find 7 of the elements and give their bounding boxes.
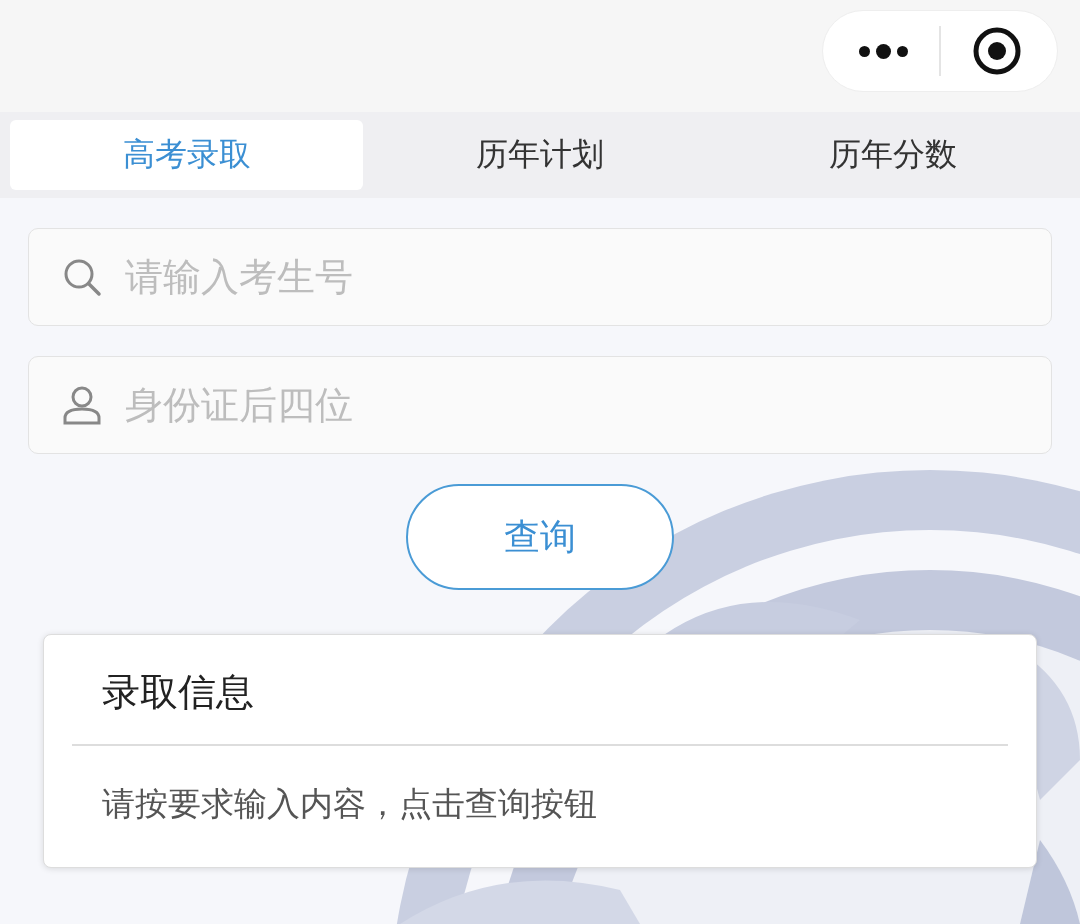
input-field[interactable]: 身份证后四位 [28, 356, 1052, 454]
tab[interactable]: 历年计划 [363, 120, 717, 190]
tab[interactable]: 历年分数 [716, 120, 1070, 190]
card-message: 请按要求输入内容，点击查询按钮 [101, 783, 598, 825]
more-icon[interactable] [858, 43, 908, 59]
card-title: 录取信息 [72, 635, 1008, 746]
input-field[interactable]: 请输入考生号 [28, 228, 1052, 326]
